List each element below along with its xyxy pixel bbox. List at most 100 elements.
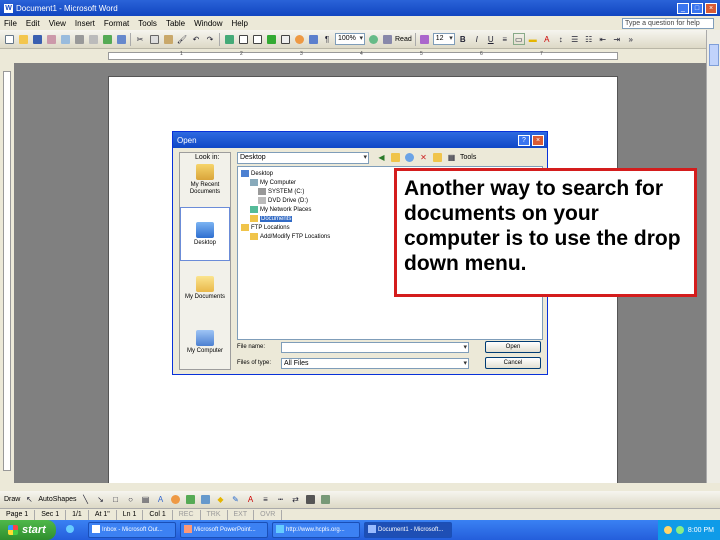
menu-insert[interactable]: Insert xyxy=(75,19,95,28)
align-left-icon[interactable]: ≡ xyxy=(499,33,511,45)
task-powerpoint[interactable]: Microsoft PowerPoint... xyxy=(180,522,268,538)
vertical-ruler[interactable] xyxy=(0,63,14,483)
research-icon[interactable] xyxy=(115,33,127,45)
task-browser[interactable]: http://www.hcpls.org... xyxy=(272,522,360,538)
status-trk[interactable]: TRK xyxy=(201,509,228,520)
bold-icon[interactable]: B xyxy=(457,33,469,45)
tray-network-icon[interactable] xyxy=(675,526,684,534)
list-item[interactable]: DVD Drive (D:) xyxy=(258,197,308,204)
insert-table-icon[interactable] xyxy=(251,33,263,45)
3d-icon[interactable] xyxy=(320,494,332,506)
task-inbox[interactable]: Inbox - Microsoft Out... xyxy=(88,522,176,538)
select-objects-icon[interactable]: ↖ xyxy=(23,494,35,506)
tray-notification-icon[interactable] xyxy=(663,526,672,534)
decrease-indent-icon[interactable]: ⇤ xyxy=(597,33,609,45)
help-question-input[interactable]: Type a question for help xyxy=(622,17,714,29)
status-rec[interactable]: REC xyxy=(173,509,201,520)
toolbar-options-icon[interactable]: » xyxy=(625,33,637,45)
arrow-style-icon[interactable]: ⇄ xyxy=(290,494,302,506)
menu-help[interactable]: Help xyxy=(232,19,248,28)
hyperlink-icon[interactable] xyxy=(223,33,235,45)
list-item[interactable]: My Network Places xyxy=(250,206,311,213)
clip-art-icon[interactable] xyxy=(185,494,197,506)
menu-tools[interactable]: Tools xyxy=(138,19,157,28)
back-icon[interactable]: ◀ xyxy=(376,152,387,163)
new-document-icon[interactable] xyxy=(3,33,15,45)
rectangle-icon[interactable]: □ xyxy=(110,494,122,506)
wordart-icon[interactable]: A xyxy=(155,494,167,506)
bullets-icon[interactable]: ☷ xyxy=(583,33,595,45)
files-of-type-dropdown[interactable]: All Files xyxy=(281,358,469,369)
views-icon[interactable]: ▦ xyxy=(446,152,457,163)
start-button[interactable]: start xyxy=(0,520,56,540)
horizontal-ruler[interactable]: 1 2 3 4 5 6 7 xyxy=(0,49,720,63)
redo-icon[interactable]: ↷ xyxy=(204,33,216,45)
new-folder-icon[interactable] xyxy=(432,152,443,163)
read-button[interactable]: Read xyxy=(395,36,412,43)
fill-color-icon[interactable]: ◆ xyxy=(215,494,227,506)
menu-view[interactable]: View xyxy=(49,19,66,28)
draw-menu[interactable]: Draw xyxy=(4,496,20,503)
undo-icon[interactable]: ↶ xyxy=(190,33,202,45)
tables-borders-icon[interactable] xyxy=(237,33,249,45)
email-icon[interactable] xyxy=(59,33,71,45)
arrow-icon[interactable]: ↘ xyxy=(95,494,107,506)
menu-table[interactable]: Table xyxy=(166,19,185,28)
picture-icon[interactable] xyxy=(200,494,212,506)
print-icon[interactable] xyxy=(73,33,85,45)
help-icon[interactable] xyxy=(367,33,379,45)
list-item[interactable]: Add/Modify FTP Locations xyxy=(250,233,330,240)
autoshapes-menu[interactable]: AutoShapes xyxy=(38,496,76,503)
font-color-icon[interactable]: A xyxy=(541,33,553,45)
document-map-icon[interactable] xyxy=(307,33,319,45)
save-icon[interactable] xyxy=(31,33,43,45)
format-painter-icon[interactable]: 🖌 xyxy=(176,33,188,45)
font-size-combo[interactable]: 12 xyxy=(432,33,455,45)
list-item[interactable]: Desktop xyxy=(241,170,273,177)
tools-menu[interactable]: Tools xyxy=(460,154,476,161)
status-ext[interactable]: EXT xyxy=(228,509,255,520)
up-folder-icon[interactable] xyxy=(390,152,401,163)
open-folder-icon[interactable] xyxy=(17,33,29,45)
styles-icon[interactable] xyxy=(419,33,431,45)
cut-icon[interactable]: ✂ xyxy=(134,33,146,45)
vertical-scrollbar[interactable] xyxy=(706,30,720,485)
look-in-dropdown[interactable]: Desktop xyxy=(237,152,369,164)
copy-icon[interactable] xyxy=(148,33,160,45)
line-color-icon[interactable]: ✎ xyxy=(230,494,242,506)
menu-file[interactable]: File xyxy=(4,19,17,28)
search-web-icon[interactable] xyxy=(404,152,415,163)
spelling-icon[interactable] xyxy=(101,33,113,45)
open-button[interactable]: Open xyxy=(485,341,541,353)
read-icon[interactable] xyxy=(381,33,393,45)
delete-icon[interactable]: ✕ xyxy=(418,152,429,163)
highlight-icon[interactable]: ▬ xyxy=(527,33,539,45)
line-icon[interactable]: ╲ xyxy=(80,494,92,506)
numbering-icon[interactable]: ☰ xyxy=(569,33,581,45)
columns-icon[interactable] xyxy=(279,33,291,45)
paste-icon[interactable] xyxy=(162,33,174,45)
increase-indent-icon[interactable]: ⇥ xyxy=(611,33,623,45)
drawing-icon[interactable] xyxy=(293,33,305,45)
insert-excel-icon[interactable] xyxy=(265,33,277,45)
dash-style-icon[interactable]: ┅ xyxy=(275,494,287,506)
print-preview-icon[interactable] xyxy=(87,33,99,45)
cancel-button[interactable]: Cancel xyxy=(485,357,541,369)
draw-font-color-icon[interactable]: A xyxy=(245,494,257,506)
place-desktop[interactable]: Desktop xyxy=(180,207,230,261)
minimize-button[interactable]: _ xyxy=(677,2,689,14)
place-my-documents[interactable]: My Documents xyxy=(180,261,230,315)
place-my-recent-documents[interactable]: My Recent Documents xyxy=(180,153,230,207)
menu-format[interactable]: Format xyxy=(104,19,129,28)
list-item[interactable]: SYSTEM (C:) xyxy=(258,188,304,195)
menu-window[interactable]: Window xyxy=(194,19,222,28)
file-name-input[interactable] xyxy=(281,342,469,353)
border-icon[interactable]: ▭ xyxy=(512,33,525,45)
close-button[interactable]: × xyxy=(705,2,717,14)
oval-icon[interactable]: ○ xyxy=(125,494,137,506)
text-box-icon[interactable]: ▤ xyxy=(140,494,152,506)
maximize-button[interactable]: □ xyxy=(691,2,703,14)
scrollbar-thumb[interactable] xyxy=(709,44,719,66)
list-item[interactable]: FTP Locations xyxy=(241,224,290,231)
place-my-computer[interactable]: My Computer xyxy=(180,315,230,369)
